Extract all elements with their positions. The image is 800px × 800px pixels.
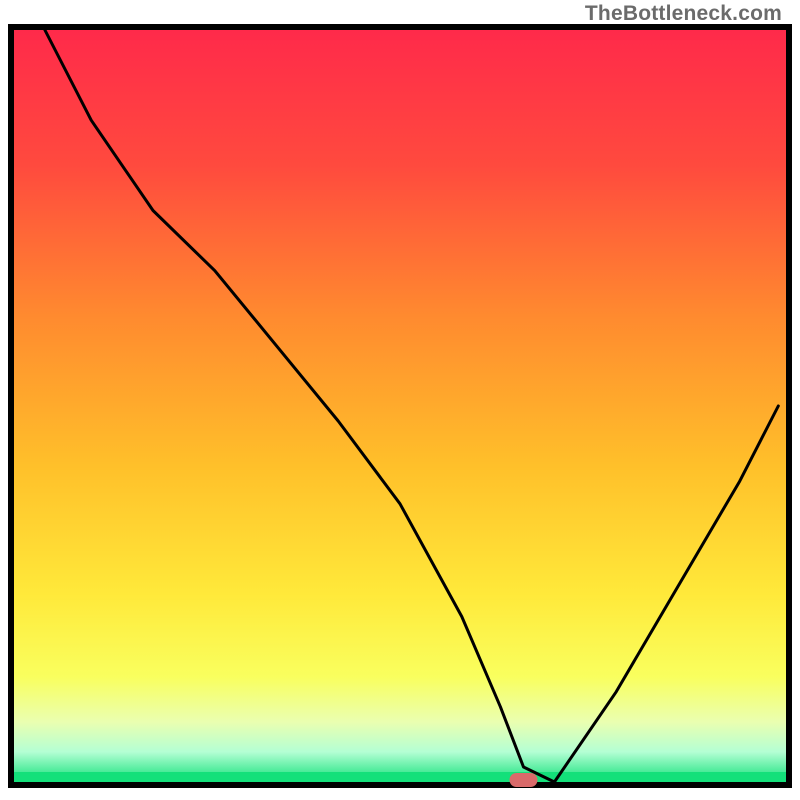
bottleneck-chart <box>0 0 800 800</box>
optimum-marker <box>510 773 538 787</box>
watermark-label: TheBottleneck.com <box>585 2 782 26</box>
baseline-strip <box>14 772 786 782</box>
gradient-background <box>14 30 786 782</box>
chart-container: TheBottleneck.com <box>0 0 800 800</box>
